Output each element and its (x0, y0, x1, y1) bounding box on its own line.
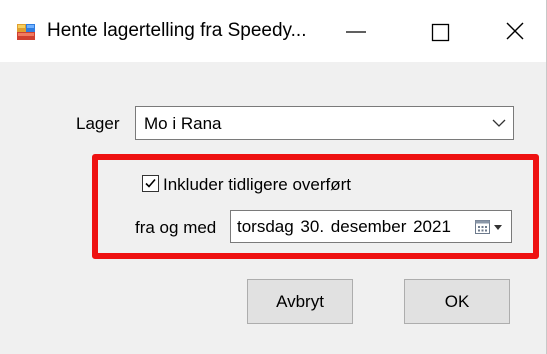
title-bar[interactable]: Hente lagertelling fra Speedy... (0, 0, 546, 62)
window-title: Hente lagertelling fra Speedy... (47, 20, 307, 41)
lager-selected-value: Mo i Rana (144, 114, 222, 133)
ok-button[interactable]: OK (404, 279, 510, 324)
close-icon (506, 22, 524, 40)
maximize-icon (431, 23, 450, 42)
include-transferred-checkbox[interactable] (142, 175, 159, 192)
application-icon (17, 24, 35, 40)
calendar-icon (475, 220, 502, 234)
from-date-label: fra og med (135, 218, 217, 237)
cancel-button[interactable]: Avbryt (247, 279, 353, 324)
minimize-icon (346, 31, 366, 33)
dialog-window: Hente lagertelling fra Speedy... Lager M… (0, 0, 547, 354)
minimize-button[interactable] (340, 10, 386, 52)
from-date-picker[interactable]: torsdag 30. desember 2021 (230, 210, 512, 243)
date-value[interactable]: torsdag 30. desember 2021 (237, 217, 451, 237)
maximize-button[interactable] (418, 10, 464, 52)
checkmark-icon (145, 178, 156, 188)
include-transferred-label[interactable]: Inkluder tidligere overført (163, 175, 351, 195)
lager-dropdown[interactable]: Mo i Rana (135, 106, 514, 140)
lager-label: Lager (76, 114, 120, 133)
close-button[interactable] (492, 10, 538, 52)
calendar-dropdown-button[interactable] (474, 218, 506, 236)
chevron-down-icon[interactable] (491, 116, 507, 130)
highlight-frame (92, 154, 539, 259)
